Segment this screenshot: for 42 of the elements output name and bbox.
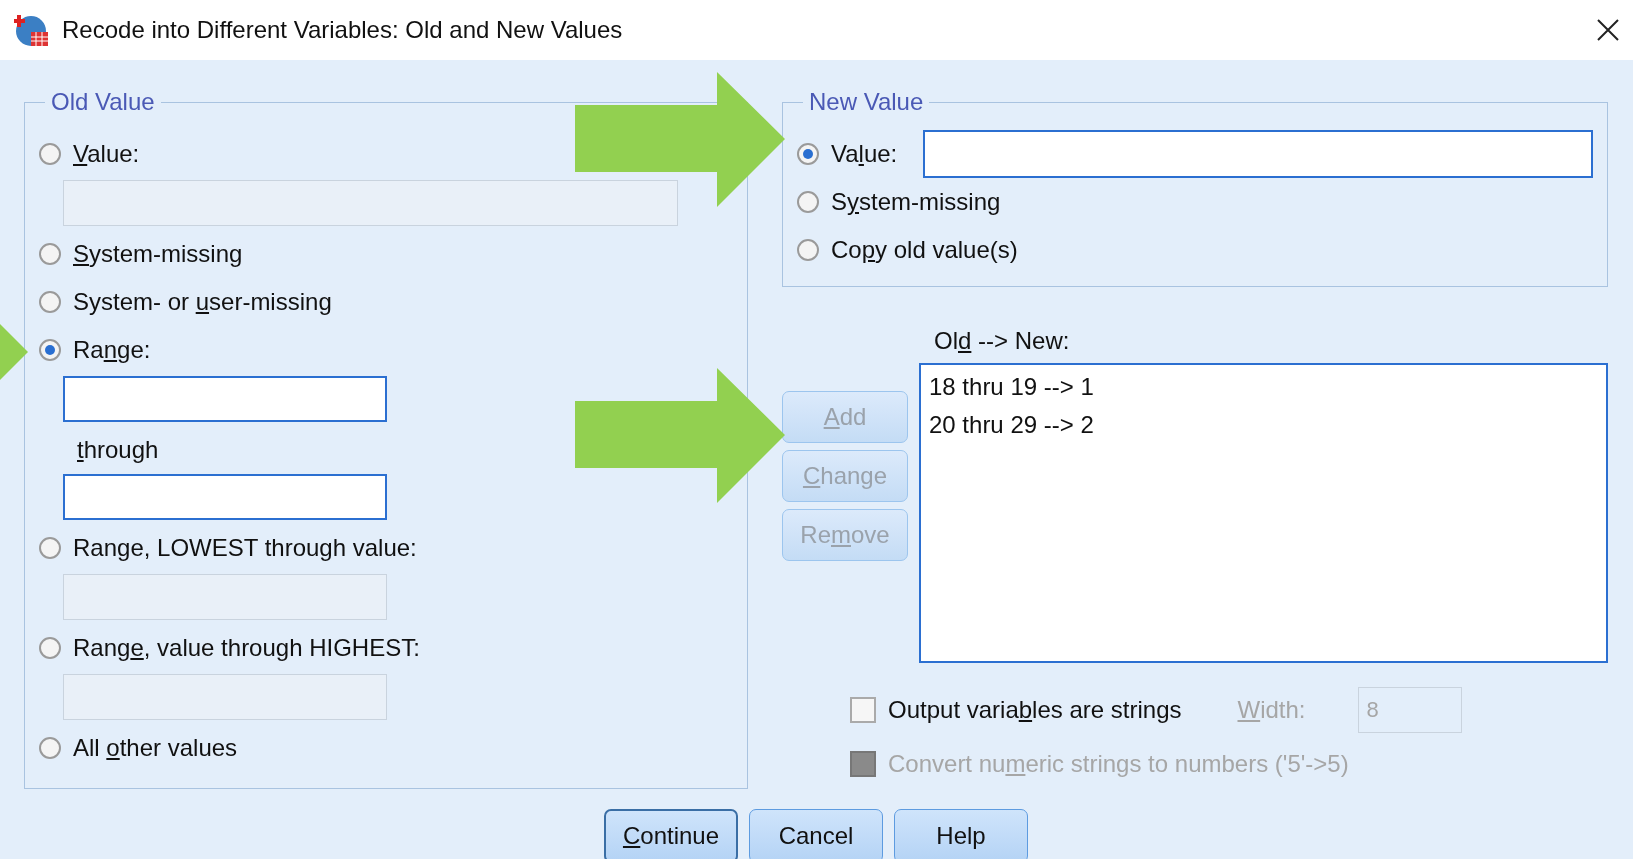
radio-label: Range, LOWEST through value: xyxy=(73,534,417,562)
dialog-button[interactable]: Help xyxy=(894,809,1028,859)
radio-label: Value: xyxy=(73,140,140,168)
radio-label: System-missing xyxy=(73,240,243,268)
radio-button[interactable] xyxy=(797,191,819,213)
radio-label: System-missing xyxy=(831,188,1001,216)
radio-label: Range, value through HIGHEST: xyxy=(73,634,420,662)
input-field[interactable] xyxy=(63,474,387,520)
list-item[interactable]: 18 thru 19 --> 1 xyxy=(929,373,1094,401)
radio-label: Value: xyxy=(831,140,898,168)
radio-button[interactable] xyxy=(39,243,61,265)
list-label: Old --> New: xyxy=(934,327,1070,355)
radio-button[interactable] xyxy=(39,537,61,559)
input-field[interactable] xyxy=(63,376,387,422)
mapping-list[interactable]: 18 thru 19 --> 1 20 thru 29 --> 2 xyxy=(919,363,1608,663)
radio-button[interactable] xyxy=(39,637,61,659)
input-field[interactable] xyxy=(923,130,1593,178)
window-title: Recode into Different Variables: Old and New Values xyxy=(62,16,624,44)
arrow-icon xyxy=(575,72,785,207)
panel-title: New Value xyxy=(808,88,925,116)
radio-button[interactable] xyxy=(39,737,61,759)
checkbox[interactable] xyxy=(850,697,876,723)
radio-button[interactable] xyxy=(39,143,61,165)
radio-label: All other values xyxy=(73,734,238,762)
app-icon xyxy=(14,12,50,48)
checkbox-label: Convert numeric strings to numbers ('5'->5) xyxy=(888,750,1349,778)
radio-button[interactable] xyxy=(39,291,61,313)
radio-button[interactable] xyxy=(797,143,819,165)
panel-title: Old Value xyxy=(50,88,156,116)
list-item[interactable]: 20 thru 29 --> 2 xyxy=(929,411,1094,439)
radio-label: Copy old value(s) xyxy=(831,236,1018,264)
dialog-button[interactable]: Continue xyxy=(604,809,738,859)
through-label: through xyxy=(77,436,160,464)
radio-button[interactable] xyxy=(797,239,819,261)
radio-button[interactable] xyxy=(39,339,61,361)
width-label: Width: xyxy=(1237,696,1306,724)
dialog-button[interactable]: Cancel xyxy=(749,809,883,859)
radio-label: System- or user-missing xyxy=(73,288,332,316)
arrow-icon xyxy=(575,368,785,503)
checkbox-label: Output variables are strings xyxy=(888,696,1182,724)
close-icon[interactable] xyxy=(1597,19,1619,41)
radio-label: Range: xyxy=(73,336,151,364)
